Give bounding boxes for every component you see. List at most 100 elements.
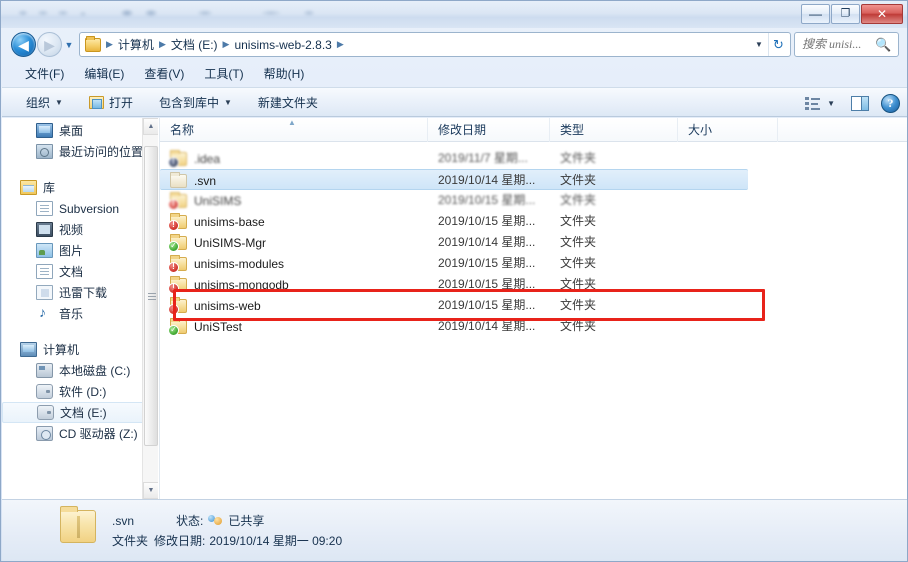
sidebar-item-subversion[interactable]: Subversion [2,198,158,219]
column-header-date-modified[interactable]: 修改日期 [428,118,550,142]
search-icon[interactable]: 🔍 [875,37,891,53]
sidebar-item-recent-places[interactable]: 最近访问的位置 [2,141,158,162]
column-header-type[interactable]: 类型 [550,118,678,142]
breadcrumb-separator[interactable]: ▶ [157,39,168,50]
file-date-cell: 2019/10/14 星期... [438,319,536,333]
minimize-button[interactable]: — [801,4,830,24]
folder-icon: ✓ [168,233,187,252]
folder-icon: ! [168,275,187,294]
folder-icon [170,171,187,188]
table-row[interactable]: ! .idea 2019/11/7 星期... 文件夹 [160,148,907,169]
menu-help[interactable]: 帮助(H) [255,62,314,85]
sidebar-label: 文档 (E:) [60,405,107,420]
sidebar-item-music[interactable]: 音乐 [2,303,158,324]
help-icon[interactable]: ? [881,93,900,113]
table-row[interactable]: ✓ UniSIMS-Mgr 2019/10/14 星期... 文件夹 [160,232,907,253]
history-dropdown-button[interactable]: ▼ [63,40,75,50]
menu-edit[interactable]: 编辑(E) [75,62,133,85]
chevron-down-icon[interactable]: ▼ [827,99,835,108]
computer-icon [20,342,37,357]
svn-normal-badge-icon: ✓ [168,240,179,252]
svn-normal-badge-icon: ✓ [168,324,179,336]
back-button[interactable]: ◀ [11,32,36,57]
file-name-cell: ✓ UniSIMS-Mgr [168,232,266,253]
table-row[interactable]: ! unisims-mongodb 2019/10/15 星期... 文件夹 [160,274,907,295]
details-line-secondary: 文件夹 修改日期: 2019/10/14 星期一 09:20 [112,532,342,549]
sidebar-item-drive-e[interactable]: 文档 (E:) [2,402,152,423]
search-box[interactable]: 🔍 [794,32,899,57]
breadcrumb-separator[interactable]: ▶ [335,39,346,50]
sidebar-item-pictures[interactable]: 图片 [2,240,158,261]
refresh-icon[interactable]: ↻ [768,33,788,56]
picture-icon [36,243,53,258]
menu-view[interactable]: 查看(V) [135,62,193,85]
close-button[interactable]: ✕ [861,4,903,24]
sidebar-item-drive-c[interactable]: 本地磁盘 (C:) [2,360,158,381]
sidebar-item-desktop[interactable]: 桌面 [2,120,158,141]
open-button[interactable]: 打开 [81,91,141,114]
sidebar-item-drive-d[interactable]: 软件 (D:) [2,381,158,402]
search-input[interactable] [802,37,874,52]
chevron-down-icon: ▼ [55,97,63,107]
table-row[interactable]: ! UniSIMS 2019/10/15 星期... 文件夹 [160,190,907,211]
folder-icon: ! [168,191,187,210]
folder-icon: ! [168,296,187,315]
shared-users-icon [208,514,223,527]
new-folder-button[interactable]: 新建文件夹 [250,91,326,114]
cd-drive-icon [36,426,53,441]
menu-tools[interactable]: 工具(T) [195,62,252,85]
file-name-cell: ! .idea [168,148,221,169]
content-area: 桌面 最近访问的位置 库 Subversion 视频 图片 文档 迅雷下载 ♪ … [2,118,907,499]
forward-button[interactable]: ▶ [37,32,62,57]
breadcrumb-separator[interactable]: ▶ [104,39,115,50]
sidebar-label: 桌面 [59,123,84,138]
organize-button[interactable]: 组织 ▼ [18,91,71,114]
sidebar-item-thunder-downloads[interactable]: 迅雷下载 [2,282,158,303]
favorites-group: 桌面 最近访问的位置 [2,120,158,162]
file-name-label: UniSTest [194,319,243,334]
sidebar-label: CD 驱动器 (Z:) [59,426,138,441]
navigation-pane-scrollbar[interactable]: ▲ ▼ [142,118,158,499]
toolbar-right-group: ▼ ? [805,88,900,118]
drive-icon [36,384,53,399]
file-date-cell: 2019/10/15 星期... [438,277,536,291]
folder-icon [60,506,96,543]
desktop-icon [36,123,53,138]
include-in-library-button[interactable]: 包含到库中 ▼ [151,91,240,114]
sidebar-item-computer[interactable]: 计算机 [2,339,158,360]
svn-modified-badge-icon: ! [168,261,179,273]
preview-pane-icon[interactable] [851,95,869,111]
libraries-group: 库 Subversion 视频 图片 文档 迅雷下载 ♪ 音乐 [2,177,158,324]
maximize-button[interactable]: ❐ [831,4,860,24]
file-date-cell: 2019/10/15 星期... [438,298,536,312]
folder-icon: ! [168,149,187,168]
sidebar-item-libraries[interactable]: 库 [2,177,158,198]
scrollbar-thumb[interactable] [144,146,158,446]
sidebar-item-videos[interactable]: 视频 [2,219,158,240]
change-view-icon[interactable] [805,96,821,110]
address-bar[interactable]: ▶ 计算机 ▶ 文档 (E:) ▶ unisims-web-2.8.3 ▶ ▼ … [79,32,791,57]
table-row[interactable]: ! unisims-web 2019/10/15 星期... 文件夹 [160,295,907,316]
breadcrumb-drive[interactable]: 文档 (E:) [168,36,221,53]
table-row[interactable]: ! unisims-modules 2019/10/15 星期... 文件夹 [160,253,907,274]
table-row[interactable]: ! unisims-base 2019/10/15 星期... 文件夹 [160,211,907,232]
chevron-down-icon[interactable]: ▼ [750,33,768,56]
file-name-label: unisims-base [194,214,265,229]
menu-file[interactable]: 文件(F) [16,62,73,85]
sidebar-item-documents[interactable]: 文档 [2,261,158,282]
scroll-down-arrow-icon[interactable]: ▼ [143,482,158,499]
table-row[interactable]: .svn 2019/10/14 星期... 文件夹 [160,169,748,190]
sidebar-label: 计算机 [43,342,80,357]
breadcrumb-computer[interactable]: 计算机 [115,36,157,53]
table-row[interactable]: ✓ UniSTest 2019/10/14 星期... 文件夹 [160,316,907,337]
file-name-label: unisims-modules [194,256,285,271]
column-header-size[interactable]: 大小 [678,118,778,142]
scroll-up-arrow-icon[interactable]: ▲ [143,118,158,135]
breadcrumb-separator[interactable]: ▶ [221,39,232,50]
file-name-label: .idea [194,151,221,166]
details-date-value: 2019/10/14 星期一 09:20 [209,534,343,548]
breadcrumb-folder[interactable]: unisims-web-2.8.3 [231,38,334,52]
file-date-cell: 2019/10/15 星期... [438,193,536,207]
sidebar-item-cd-drive-z[interactable]: CD 驱动器 (Z:) [2,423,158,444]
